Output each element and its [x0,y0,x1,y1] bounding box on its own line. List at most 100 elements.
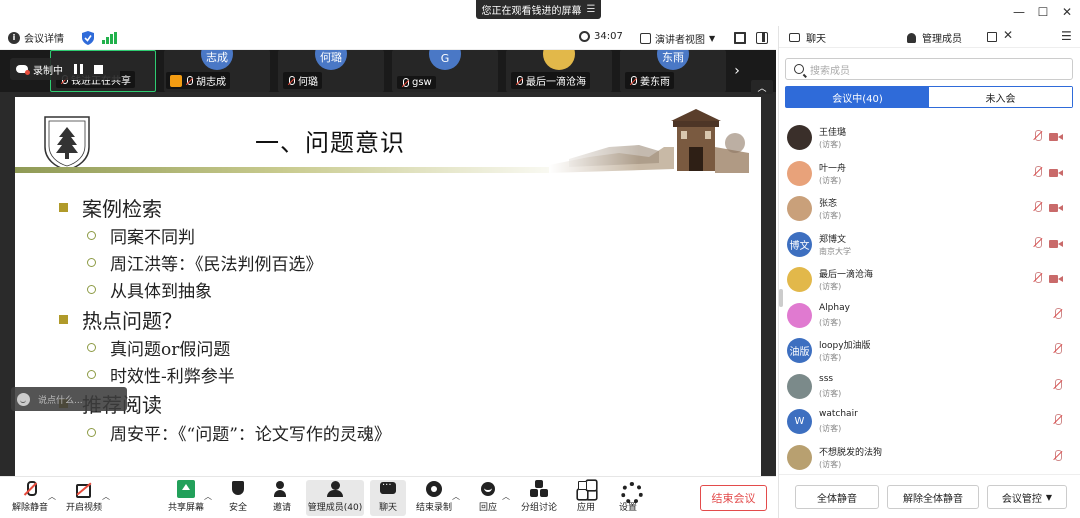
camera-icon[interactable] [1049,274,1063,284]
chevron-up-icon[interactable]: ︿ [48,491,56,502]
side-panel-toggle-icon[interactable] [756,32,768,44]
avatar [543,50,575,70]
end-recording-button[interactable]: 结束录制 [414,480,454,516]
member-name: loopy加油版 [819,341,871,351]
avatar: 志成 [201,50,233,70]
member-row[interactable]: 叶一舟 (访客) [779,156,1080,192]
chat-bubble-icon [379,480,397,498]
stop-recording-icon[interactable] [94,64,103,74]
close-button[interactable]: ✕ [1053,3,1080,21]
chevron-right-icon[interactable]: › [727,50,747,92]
chevron-up-icon[interactable]: ︿ [452,491,460,502]
member-search-input[interactable]: 搜索成员 [785,58,1073,80]
member-row[interactable]: 张忞 (访客) [779,191,1080,227]
bullet-text: 热点问题？ [82,309,182,333]
tab-chat[interactable]: 聊天 [789,30,826,45]
tab-not-joined[interactable]: 未入会 [929,87,1072,107]
mic-muted-icon[interactable] [1053,307,1063,321]
settings-button[interactable]: 设置 [614,480,643,516]
mic-muted-icon[interactable] [1033,165,1043,179]
popout-icon[interactable] [987,32,997,42]
reaction-button[interactable]: 回应 [474,480,502,516]
tile-name: 最后一滴沧海 [511,72,590,89]
mic-muted-icon[interactable] [1033,236,1043,250]
share-banner[interactable]: 您正在观看钱进的屏幕 ☰ [476,0,601,19]
bullet-ring-icon [87,258,96,267]
apps-button[interactable]: 应用 [572,480,600,516]
meeting-details-button[interactable]: i 会议详情 [8,30,64,45]
member-row[interactable]: 不想脱发的法狗 (访客) [779,440,1080,476]
video-tile[interactable]: 最后一滴沧海 [506,50,612,92]
unmute-button[interactable]: 解除静音 [10,480,50,516]
end-meeting-button[interactable]: 结束会议 [700,485,767,511]
meeting-control-dropdown[interactable]: 会议管控 ▼ [987,485,1067,509]
unmute-all-button[interactable]: 解除全体静音 [887,485,979,509]
chevron-up-icon[interactable]: ︿ [502,491,510,502]
member-role: (访客) [819,353,842,362]
video-tile[interactable]: G gsw [392,50,498,92]
security-label: 安全 [228,503,247,513]
security-shield-icon[interactable] [82,31,94,45]
mic-muted-icon[interactable] [1053,449,1063,463]
video-tile[interactable]: 东雨 姜东雨 [620,50,726,92]
menu-icon[interactable]: ☰ [587,4,596,15]
member-row[interactable]: Alphay (访客) [779,298,1080,334]
invite-button[interactable]: 邀请 [268,480,296,516]
floating-chat-input[interactable]: 说点什么... [11,387,127,411]
avatar: 东雨 [657,50,689,70]
mic-muted-icon[interactable] [1053,378,1063,392]
apps-grid-icon [577,480,595,498]
sub-bullet-text: 周江洪等：《民法判例百选》 [110,255,323,275]
video-tile[interactable]: 何璐 何璐 [278,50,384,92]
member-row[interactable]: sss (访客) [779,369,1080,405]
avatar: W [787,409,812,434]
start-video-button[interactable]: 开启视频 [64,480,104,516]
close-icon[interactable]: ✕ [1003,28,1013,42]
mic-muted-icon[interactable] [1053,414,1063,427]
shield-icon [229,480,247,498]
member-row[interactable]: 博文 郑博文 南京大学 [779,227,1080,263]
camera-icon[interactable] [1049,203,1063,213]
tab-members[interactable]: 管理成员 [907,30,962,45]
camera-icon[interactable] [1049,168,1063,178]
pause-recording-icon[interactable] [74,64,83,74]
member-row[interactable]: 油版 loopy加油版 (访客) [779,333,1080,369]
camera-icon[interactable] [1049,132,1063,142]
tab-in-meeting[interactable]: 会议中(40) [786,87,929,107]
mic-muted-icon[interactable] [1033,130,1043,143]
fullscreen-icon[interactable] [734,32,746,44]
view-mode-dropdown[interactable]: 演讲者视图 ▼ [640,31,715,46]
avatar [787,267,812,292]
bullet-ring-icon [87,428,96,437]
member-row[interactable]: Wwatchair (访客) [779,404,1080,440]
tile-name: 何璐 [283,72,322,89]
manage-members-button[interactable]: 管理成员(40) [306,480,364,516]
member-row[interactable]: 王佳璐 (访客) [779,120,1080,156]
camera-icon[interactable] [1049,239,1063,249]
mute-all-button[interactable]: 全体静音 [795,485,879,509]
chat-button[interactable]: 聊天 [370,480,406,516]
chevron-up-icon[interactable]: ︿ [204,491,212,502]
share-screen-button[interactable]: 共享屏幕 [166,480,206,516]
sub-bullet-item: 真问题or假问题 [87,335,230,360]
security-button[interactable]: 安全 [224,480,252,516]
menu-icon[interactable]: ☰ [1061,29,1072,43]
meeting-toolbar: 解除静音 ︿ 开启视频 ︿ 共享屏幕 ︿ 安全 邀请 管理成员(40) 聊天 [0,476,776,518]
mic-muted-icon[interactable] [1033,272,1043,285]
breakout-rooms-button[interactable]: 分组讨论 [518,480,560,516]
emoji-icon[interactable] [17,392,30,406]
chevron-up-icon[interactable]: ︿ [751,80,773,94]
member-row[interactable]: 最后一滴沧海 (访客) [779,262,1080,298]
university-emblem-icon [44,116,90,171]
panel-resize-handle[interactable] [779,289,783,307]
tile-name-label: 何璐 [298,77,318,88]
mic-muted-icon[interactable] [1053,343,1063,356]
mic-muted-icon[interactable] [1033,201,1043,214]
title-divider [15,167,555,173]
meeting-control-label: 会议管控 [1001,493,1042,505]
network-signal-icon[interactable] [102,32,117,44]
meeting-window: 您正在观看钱进的屏幕 ☰ — ☐ ✕ i 会议详情 34:07 演讲者视图 ▼ [0,0,1080,518]
chevron-up-icon[interactable]: ︿ [102,491,110,502]
video-tile[interactable]: 志成 胡志成 [164,50,270,92]
title-bar: 您正在观看钱进的屏幕 ☰ — ☐ ✕ [0,0,1080,26]
